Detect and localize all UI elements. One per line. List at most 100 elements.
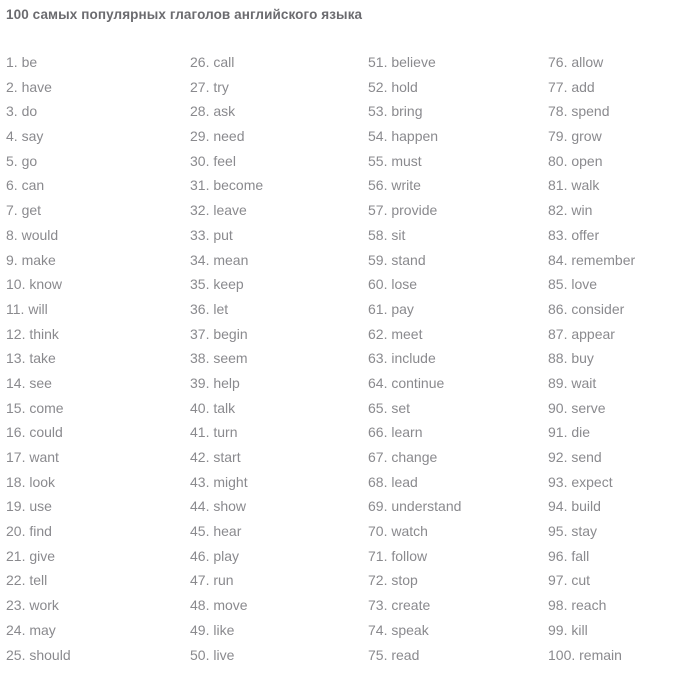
list-item: 63. include	[368, 346, 540, 371]
list-item: 28. ask	[190, 99, 360, 124]
list-item: 69. understand	[368, 494, 540, 519]
list-item-verb: need	[213, 128, 245, 145]
list-item: 34. mean	[190, 248, 360, 273]
list-item: 30. feel	[190, 149, 360, 174]
list-item-verb: send	[571, 449, 602, 465]
list-item-number: 31.	[190, 177, 210, 194]
list-item: 81. walk	[548, 173, 700, 198]
list-item-number: 30.	[190, 152, 210, 169]
list-item-number: 97.	[548, 572, 568, 589]
list-item: 65. set	[368, 396, 540, 421]
list-item-number: 53.	[368, 103, 388, 120]
list-item: 12. think	[6, 322, 182, 347]
list-item-verb: win	[571, 202, 593, 219]
list-item: 20. find	[6, 519, 182, 544]
list-item-number: 10.	[6, 276, 26, 293]
list-item: 51. believe	[368, 50, 540, 75]
list-item-number: 17.	[6, 449, 26, 465]
list-item-verb: get	[21, 202, 42, 219]
list-item-verb: might	[213, 473, 248, 490]
list-item-number: 71.	[368, 547, 388, 564]
list-item-number: 41.	[190, 424, 210, 441]
list-item-number: 83.	[548, 226, 568, 243]
list-item-verb: look	[29, 473, 56, 490]
list-item: 15. come	[6, 396, 182, 421]
list-item: 18. look	[6, 470, 182, 495]
list-item: 22. tell	[6, 568, 182, 593]
list-item: 86. consider	[548, 297, 700, 322]
list-item-number: 18.	[6, 473, 26, 490]
list-item-verb: remain	[579, 646, 622, 663]
list-item-verb: call	[213, 54, 235, 70]
list-item-verb: stand	[391, 251, 426, 268]
list-item-number: 47.	[190, 572, 210, 589]
list-item-number: 44.	[190, 498, 210, 515]
verb-column-4: 76. allow 77. add 78. spend 79. grow 80. ope…	[540, 50, 700, 667]
list-item-number: 1.	[6, 54, 18, 70]
list-item-number: 43.	[190, 473, 210, 490]
list-item: 45. hear	[190, 519, 360, 544]
list-item-number: 2.	[6, 78, 18, 95]
list-item-verb: say	[21, 128, 44, 145]
list-item-verb: pay	[391, 300, 414, 317]
list-item-number: 9.	[6, 251, 18, 268]
list-item-number: 35.	[190, 276, 210, 293]
list-item-verb: want	[29, 449, 59, 465]
list-item: 14. see	[6, 371, 182, 396]
list-item-verb: give	[29, 547, 56, 564]
list-item-verb: add	[571, 78, 595, 95]
list-item-verb: kill	[571, 621, 588, 638]
list-item-number: 39.	[190, 374, 210, 391]
list-item-number: 28.	[190, 103, 210, 120]
list-item: 35. keep	[190, 272, 360, 297]
list-item: 16. could	[6, 420, 182, 445]
list-item-verb: watch	[391, 523, 428, 540]
list-item-number: 61.	[368, 300, 388, 317]
list-item: 73. create	[368, 593, 540, 618]
list-item-verb: learn	[391, 424, 423, 441]
list-item: 95. stay	[548, 519, 700, 544]
list-item-verb: hold	[391, 78, 418, 95]
verb-column-2: 26. call 27. try 28. ask 29. need 30. feel 31…	[182, 50, 360, 667]
list-item-number: 90.	[548, 399, 568, 416]
list-item-number: 32.	[190, 202, 210, 219]
list-item-number: 82.	[548, 202, 568, 219]
list-item-verb: expect	[571, 473, 613, 490]
list-item-number: 89.	[548, 374, 568, 391]
list-item-verb: create	[391, 597, 431, 614]
list-item-verb: work	[29, 597, 59, 614]
list-item-number: 37.	[190, 325, 210, 342]
list-item-verb: go	[21, 152, 38, 169]
list-item-verb: talk	[213, 399, 236, 416]
list-item-verb: write	[391, 177, 421, 194]
list-item-verb: serve	[571, 399, 606, 416]
list-item: 41. turn	[190, 420, 360, 445]
list-item-verb: use	[29, 498, 52, 515]
list-item: 62. meet	[368, 322, 540, 347]
list-item-number: 8.	[6, 226, 18, 243]
list-item: 44. show	[190, 494, 360, 519]
list-item: 98. reach	[548, 593, 700, 618]
list-item: 67. change	[368, 445, 540, 470]
list-item-number: 67.	[368, 449, 388, 465]
list-item: 4. say	[6, 124, 182, 149]
list-item: 90. serve	[548, 396, 700, 421]
list-item: 77. add	[548, 75, 700, 100]
list-item: 21. give	[6, 544, 182, 569]
list-item-verb: remember	[571, 251, 636, 268]
list-item: 32. leave	[190, 198, 360, 223]
list-item-verb: bring	[391, 103, 423, 120]
list-item-number: 19.	[6, 498, 26, 515]
list-item: 19. use	[6, 494, 182, 519]
list-item-number: 57.	[368, 202, 388, 219]
list-item: 91. die	[548, 420, 700, 445]
list-item-number: 27.	[190, 78, 210, 95]
list-item: 70. watch	[368, 519, 540, 544]
list-item: 61. pay	[368, 297, 540, 322]
list-item: 38. seem	[190, 346, 360, 371]
list-item: 94. build	[548, 494, 700, 519]
list-item-verb: stay	[571, 523, 598, 540]
list-item-number: 6.	[6, 177, 18, 194]
list-item: 80. open	[548, 149, 700, 174]
list-item: 57. provide	[368, 198, 540, 223]
